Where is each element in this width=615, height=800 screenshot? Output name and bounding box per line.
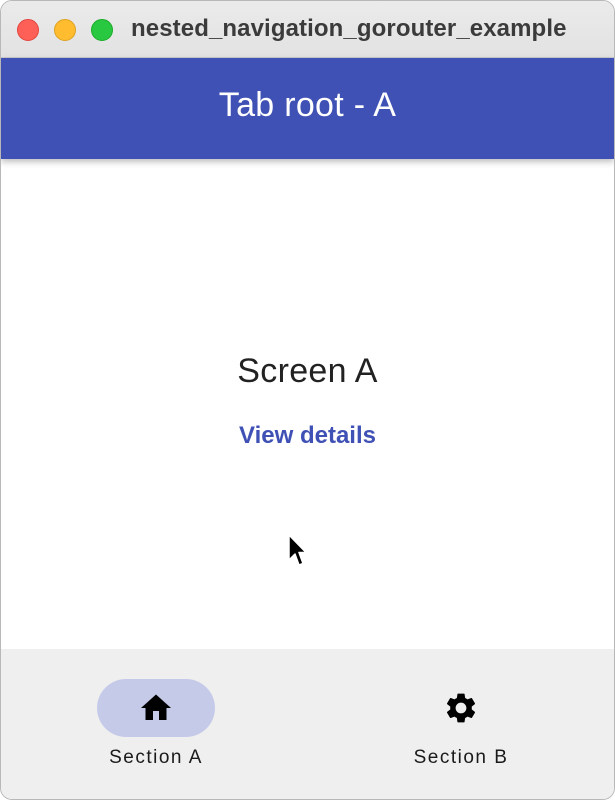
settings-icon bbox=[446, 693, 476, 723]
nav-label-section-a: Section A bbox=[109, 747, 203, 768]
nav-label-section-b: Section B bbox=[413, 747, 509, 768]
screen-content: Screen A View details bbox=[1, 159, 614, 649]
nav-item-section-a[interactable]: Section A bbox=[1, 649, 307, 799]
app-bar-title: Tab root - A bbox=[218, 86, 397, 124]
bottom-navigation-bar: Section A Section B bbox=[1, 649, 614, 799]
maximize-window-button[interactable] bbox=[91, 19, 113, 41]
mouse-cursor-icon bbox=[288, 534, 307, 566]
window-titlebar: nested_navigation_gorouter_example bbox=[1, 1, 614, 58]
close-window-button[interactable] bbox=[17, 19, 39, 41]
app-window: nested_navigation_gorouter_example Tab r… bbox=[0, 0, 615, 800]
screen-title: Screen A bbox=[237, 352, 378, 390]
nav-item-section-b[interactable]: Section B bbox=[308, 649, 614, 799]
window-title: nested_navigation_gorouter_example bbox=[131, 15, 567, 42]
app-bar: Tab root - A bbox=[1, 58, 614, 159]
home-icon bbox=[141, 694, 171, 720]
view-details-button[interactable]: View details bbox=[231, 420, 384, 452]
minimize-window-button[interactable] bbox=[54, 19, 76, 41]
